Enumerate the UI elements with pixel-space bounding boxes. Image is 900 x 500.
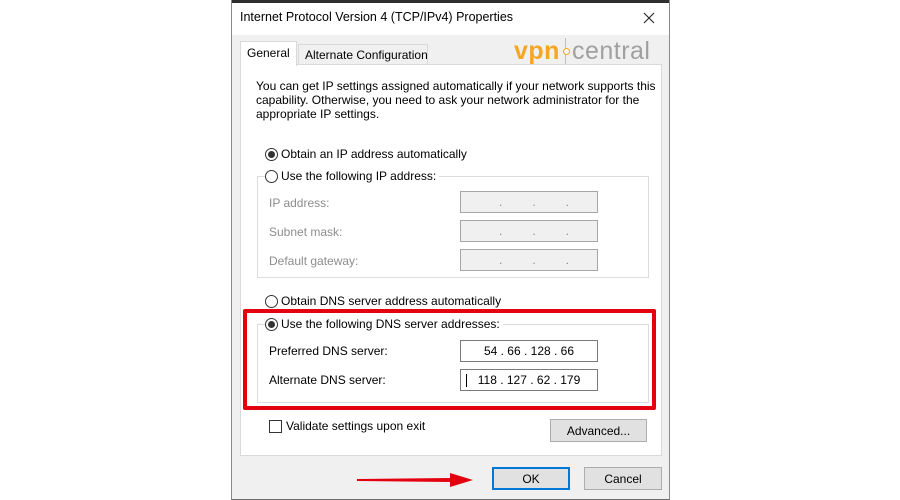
radio-label: Obtain an IP address automatically — [281, 147, 467, 161]
radio-label: Use the following DNS server addresses: — [281, 317, 500, 331]
radio-label: Obtain DNS server address automatically — [281, 294, 502, 308]
ip-address-input: ... — [460, 191, 598, 213]
preferred-dns-input[interactable]: 54 . 66 . 128 . 66 — [460, 340, 598, 362]
watermark-central: central — [571, 36, 651, 65]
subnet-mask-input: ... — [460, 220, 598, 242]
radio-label: Use the following IP address: — [281, 169, 437, 183]
dns-address-group — [257, 324, 649, 403]
description-text: You can get IP settings assigned automat… — [256, 79, 656, 121]
ipv4-properties-dialog: Internet Protocol Version 4 (TCP/IPv4) P… — [231, 0, 670, 500]
cancel-button[interactable]: Cancel — [584, 467, 662, 490]
default-gateway-input: ... — [460, 249, 598, 271]
radio-obtain-dns-auto[interactable]: Obtain DNS server address automatically — [265, 294, 505, 308]
watermark-separator-icon — [562, 38, 570, 64]
ip-address-label: IP address: — [269, 196, 330, 210]
close-button[interactable] — [635, 5, 663, 31]
validate-settings-checkbox[interactable]: Validate settings upon exit — [269, 419, 425, 433]
advanced-button[interactable]: Advanced... — [550, 419, 647, 442]
tab-general[interactable]: General — [240, 41, 297, 66]
alternate-dns-input[interactable]: 118 . 127 . 62 . 179 — [460, 369, 598, 391]
preferred-dns-label: Preferred DNS server: — [269, 344, 388, 358]
general-tab-panel: You can get IP settings assigned automat… — [240, 64, 662, 456]
checkbox[interactable] — [269, 419, 282, 433]
tab-alternate-configuration[interactable]: Alternate Configuration — [298, 44, 428, 65]
text-caret — [466, 374, 467, 387]
radio-use-following-dns[interactable]: Use the following DNS server addresses: — [265, 317, 503, 331]
radio-obtain-ip-auto[interactable]: Obtain an IP address automatically — [265, 147, 470, 161]
title-bar[interactable]: Internet Protocol Version 4 (TCP/IPv4) P… — [232, 0, 669, 35]
preferred-dns-value: 54 . 66 . 128 . 66 — [483, 344, 575, 358]
close-icon — [643, 12, 655, 24]
ok-button[interactable]: OK — [492, 467, 570, 490]
radio-button[interactable] — [265, 317, 278, 331]
arrow-pointing-to-ok-icon — [357, 473, 473, 487]
default-gateway-label: Default gateway: — [269, 254, 359, 268]
alternate-dns-label: Alternate DNS server: — [269, 373, 386, 387]
alternate-dns-value: 118 . 127 . 62 . 179 — [477, 373, 581, 387]
vpncentral-watermark: vpn central — [514, 36, 651, 66]
subnet-mask-label: Subnet mask: — [269, 225, 343, 239]
radio-use-following-ip[interactable]: Use the following IP address: — [265, 169, 440, 183]
checkbox-label: Validate settings upon exit — [286, 419, 426, 433]
radio-button[interactable] — [265, 294, 278, 308]
watermark-vpn: vpn — [514, 36, 560, 65]
window-title: Internet Protocol Version 4 (TCP/IPv4) P… — [240, 10, 514, 24]
radio-button[interactable] — [265, 147, 278, 161]
radio-button[interactable] — [265, 169, 278, 183]
